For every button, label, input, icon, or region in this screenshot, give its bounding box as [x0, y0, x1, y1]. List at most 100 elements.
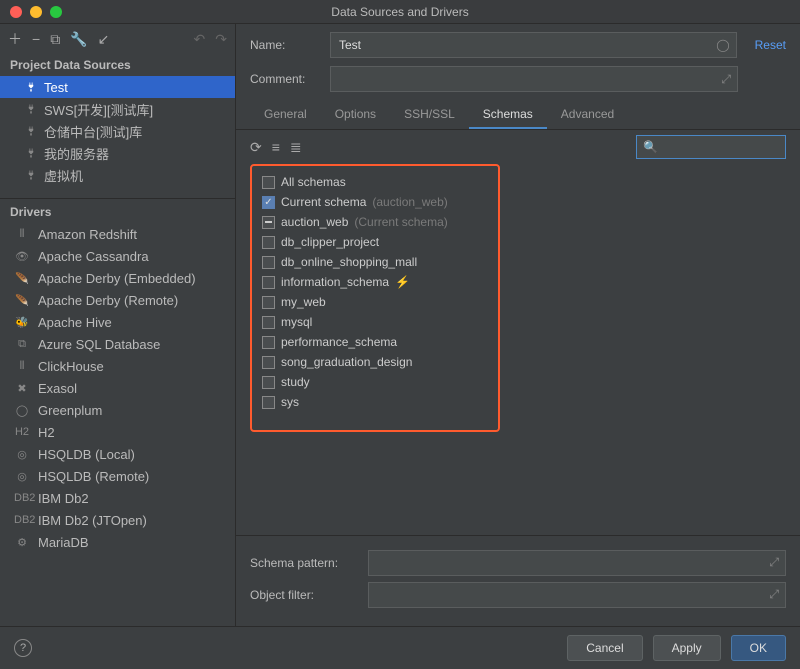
- schema-row[interactable]: mysql: [256, 312, 494, 332]
- schema-checkbox[interactable]: ✓: [262, 196, 275, 209]
- cancel-button[interactable]: Cancel: [567, 635, 642, 661]
- driver-item[interactable]: ✖ Exasol: [0, 377, 235, 399]
- driver-icon: DB2: [14, 514, 30, 526]
- driver-label: Apache Derby (Embedded): [38, 271, 196, 286]
- schema-checkbox[interactable]: [262, 376, 275, 389]
- schema-pattern-input[interactable]: ⤢: [368, 550, 786, 576]
- driver-item[interactable]: H2H2: [0, 421, 235, 443]
- schema-search-field[interactable]: [662, 140, 779, 155]
- schema-checkbox[interactable]: [262, 176, 275, 189]
- close-icon[interactable]: [10, 6, 22, 18]
- driver-item[interactable]: ⧉Azure SQL Database: [0, 333, 235, 355]
- driver-item[interactable]: 🪶Apache Derby (Embedded): [0, 267, 235, 289]
- schema-label: information_schema: [281, 275, 389, 289]
- schema-row[interactable]: my_web: [256, 292, 494, 312]
- schema-row[interactable]: db_clipper_project: [256, 232, 494, 252]
- copy-icon[interactable]: ⧉: [50, 31, 60, 48]
- undo-icon[interactable]: ↶: [194, 31, 206, 48]
- schema-hint: (Current schema): [354, 215, 447, 229]
- driver-item[interactable]: 🪶Apache Derby (Remote): [0, 289, 235, 311]
- driver-icon: ◯: [14, 404, 30, 417]
- driver-icon: ⦀: [14, 228, 30, 241]
- datasource-icon: [24, 168, 38, 182]
- schema-row[interactable]: All schemas: [256, 172, 494, 192]
- data-source-item[interactable]: Test: [0, 76, 235, 98]
- driver-icon: 👁: [14, 250, 30, 263]
- driver-item[interactable]: ◯ Greenplum: [0, 399, 235, 421]
- driver-item[interactable]: DB2IBM Db2 (JTOpen): [0, 509, 235, 531]
- driver-item[interactable]: 👁Apache Cassandra: [0, 245, 235, 267]
- data-source-item[interactable]: SWS[开发][测试库]: [0, 98, 235, 120]
- schema-checkbox[interactable]: [262, 356, 275, 369]
- driver-label: IBM Db2: [38, 491, 89, 506]
- wrench-icon[interactable]: 🔧: [70, 31, 87, 48]
- expand-icon[interactable]: ⤢: [721, 72, 731, 87]
- tab-schemas[interactable]: Schemas: [469, 101, 547, 129]
- schema-row[interactable]: song_graduation_design: [256, 352, 494, 372]
- driver-item[interactable]: ⦀Amazon Redshift: [0, 223, 235, 245]
- schema-row[interactable]: study: [256, 372, 494, 392]
- driver-item[interactable]: ◎HSQLDB (Remote): [0, 465, 235, 487]
- data-source-item[interactable]: 我的服务器: [0, 142, 235, 164]
- schema-row[interactable]: auction_web (Current schema): [256, 212, 494, 232]
- object-filter-input[interactable]: ⤢: [368, 582, 786, 608]
- schema-row[interactable]: information_schema ⚡: [256, 272, 494, 292]
- datasource-icon: [24, 102, 38, 116]
- tab-options[interactable]: Options: [321, 101, 390, 129]
- sidebar: ＋ − ⧉ 🔧 ↙ ↶ ↷ Project Data Sources TestS…: [0, 24, 236, 626]
- driver-item[interactable]: ⦀ClickHouse: [0, 355, 235, 377]
- comment-input[interactable]: ⤢: [330, 66, 738, 92]
- main-panel: Name: Test ◯ Reset Comment: ⤢ GeneralOpt…: [236, 24, 800, 626]
- color-badge-icon[interactable]: ◯: [716, 38, 729, 52]
- tab-general[interactable]: General: [250, 101, 321, 129]
- redo-icon[interactable]: ↷: [215, 31, 227, 48]
- expand-icon[interactable]: ⤢: [769, 587, 779, 602]
- minimize-icon[interactable]: [30, 6, 42, 18]
- driver-item[interactable]: DB2IBM Db2: [0, 487, 235, 509]
- driver-icon: ◎: [14, 448, 30, 461]
- reset-link[interactable]: Reset: [755, 38, 786, 52]
- comment-row: Comment: ⤢: [236, 66, 800, 100]
- schema-label: Current schema: [281, 195, 366, 209]
- driver-label: Greenplum: [38, 403, 102, 418]
- ok-button[interactable]: OK: [731, 635, 786, 661]
- add-icon[interactable]: ＋: [8, 29, 22, 49]
- schema-checkbox[interactable]: [262, 396, 275, 409]
- schema-row[interactable]: performance_schema: [256, 332, 494, 352]
- name-input[interactable]: Test ◯: [330, 32, 737, 58]
- schema-checkbox[interactable]: [262, 336, 275, 349]
- schema-checkbox[interactable]: [262, 236, 275, 249]
- expand-icon[interactable]: ⤢: [769, 555, 779, 570]
- bottom-fields: Schema pattern: ⤢ Object filter: ⤢: [236, 535, 800, 626]
- schema-checkbox[interactable]: [262, 276, 275, 289]
- schema-checkbox[interactable]: [262, 316, 275, 329]
- data-source-item[interactable]: 仓储中台[测试]库: [0, 120, 235, 142]
- tab-advanced[interactable]: Advanced: [547, 101, 628, 129]
- comment-label: Comment:: [250, 72, 320, 86]
- data-source-item[interactable]: 虚拟机: [0, 164, 235, 186]
- schema-checkbox[interactable]: [262, 256, 275, 269]
- driver-item[interactable]: 🐝Apache Hive: [0, 311, 235, 333]
- collapse-tree-icon[interactable]: ≣: [290, 139, 302, 156]
- revert-icon[interactable]: ↙: [98, 31, 110, 48]
- schema-row[interactable]: sys: [256, 392, 494, 412]
- expand-tree-icon[interactable]: ≡: [272, 139, 280, 155]
- driver-item[interactable]: ◎HSQLDB (Local): [0, 443, 235, 465]
- apply-button[interactable]: Apply: [653, 635, 721, 661]
- refresh-icon[interactable]: ⟳: [250, 139, 262, 156]
- help-icon[interactable]: ?: [14, 639, 32, 657]
- project-sources-header: Project Data Sources: [0, 54, 235, 76]
- remove-icon[interactable]: −: [32, 31, 40, 47]
- maximize-icon[interactable]: [50, 6, 62, 18]
- schema-checkbox[interactable]: [262, 216, 275, 229]
- schema-search-input[interactable]: 🔍: [636, 135, 786, 159]
- driver-icon: ✖: [14, 382, 30, 395]
- driver-label: Exasol: [38, 381, 77, 396]
- driver-item[interactable]: ⚙MariaDB: [0, 531, 235, 553]
- schema-checkbox[interactable]: [262, 296, 275, 309]
- schema-row[interactable]: ✓Current schema (auction_web): [256, 192, 494, 212]
- tab-sshssl[interactable]: SSH/SSL: [390, 101, 469, 129]
- schema-row[interactable]: db_online_shopping_mall: [256, 252, 494, 272]
- schema-toolbar: ⟳ ≡ ≣ 🔍: [236, 130, 800, 164]
- driver-label: ClickHouse: [38, 359, 104, 374]
